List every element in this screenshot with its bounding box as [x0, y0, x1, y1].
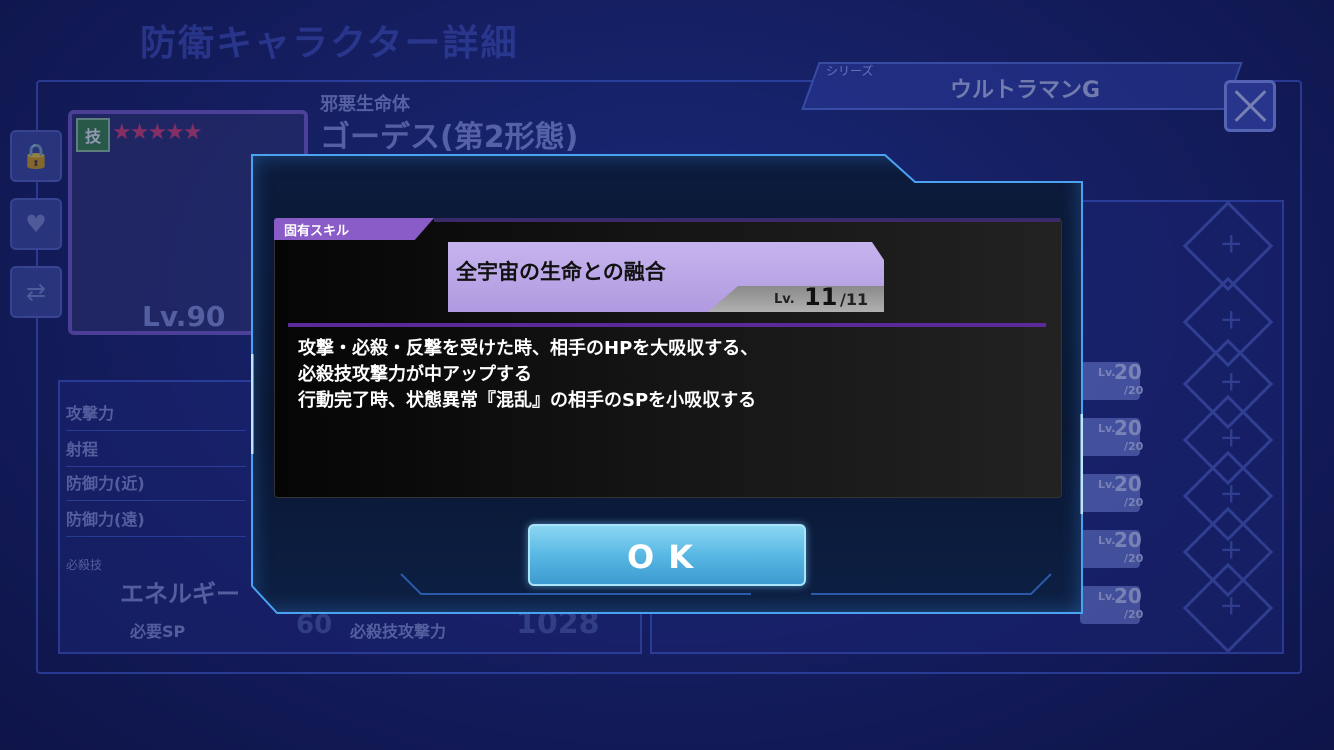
- sp-label: 必要SP: [130, 622, 186, 641]
- skill-level-prefix: Lv.: [774, 292, 795, 307]
- special-name: エネルギー: [120, 580, 240, 608]
- skill-type-icon: 技: [76, 118, 110, 152]
- description-divider: [288, 323, 1046, 327]
- character-level: Lv.90: [142, 300, 226, 333]
- skill-level-value: 11: [804, 283, 838, 311]
- skill-tag-label: 固有スキル: [284, 224, 350, 239]
- skill-lv-prefix: Lv.: [1098, 534, 1116, 547]
- skill-lv-num: 20: [1114, 584, 1142, 608]
- lock-icon[interactable]: 🔒: [10, 130, 62, 182]
- description-line: 行動完了時、状態異常『混乱』の相手のSPを小吸収する: [298, 390, 757, 411]
- skill-lv-num: 20: [1114, 472, 1142, 496]
- page-title: 防衛キャラクター詳細: [140, 23, 519, 64]
- stat-defense-near: 防御力(近): [66, 470, 246, 501]
- skill-lv-max: /20: [1124, 496, 1144, 509]
- skill-name: 全宇宙の生命との融合: [456, 260, 666, 284]
- skill-level-row: Lv. 20 /20: [1080, 528, 1144, 568]
- skill-lv-num: 20: [1114, 416, 1142, 440]
- skill-lv-prefix: Lv.: [1098, 478, 1116, 491]
- series-value: ウルトラマンG: [950, 78, 1101, 103]
- sp-value: 60: [296, 610, 333, 640]
- skill-lv-max: /20: [1124, 440, 1144, 453]
- series-label: シリーズ: [826, 64, 874, 78]
- skill-lv-prefix: Lv.: [1098, 590, 1116, 603]
- skill-lv-max: /20: [1124, 552, 1144, 565]
- description-line: 必殺技攻撃力が中アップする: [298, 364, 532, 385]
- skill-lv-max: /20: [1124, 608, 1144, 621]
- stat-defense-far: 防御力(遠): [66, 506, 246, 537]
- skill-description: 攻撃・必殺・反撃を受けた時、相手のHPを大吸収する、 必殺技攻撃力が中アップする…: [298, 336, 1038, 414]
- skill-level-row: Lv. 20 /20: [1080, 416, 1144, 456]
- ok-button-label: OK: [627, 538, 707, 576]
- character-name: ゴーデス(第2形態): [320, 120, 579, 155]
- close-icon[interactable]: [1224, 80, 1276, 132]
- skill-level-row: Lv. 20 /20: [1080, 584, 1144, 624]
- skill-lv-prefix: Lv.: [1098, 366, 1116, 379]
- tag-divider: [434, 218, 1060, 222]
- stat-attack: 攻撃力: [66, 400, 246, 431]
- skill-lv-prefix: Lv.: [1098, 422, 1116, 435]
- rarity-stars: ★★★★★: [112, 120, 203, 145]
- heart-icon[interactable]: ♥: [10, 198, 62, 250]
- skill-lv-max: /20: [1124, 384, 1144, 397]
- swap-icon[interactable]: ⇄: [10, 266, 62, 318]
- special-label: 必殺技: [66, 558, 103, 572]
- special-attack-label: 必殺技攻撃力: [350, 622, 447, 641]
- stat-range: 射程: [66, 436, 246, 467]
- ok-button[interactable]: OK: [528, 524, 806, 586]
- skill-lv-num: 20: [1114, 528, 1142, 552]
- skill-level-max: /11: [840, 290, 869, 309]
- description-line: 攻撃・必殺・反撃を受けた時、相手のHPを大吸収する、: [298, 338, 759, 359]
- skill-level-row: Lv. 20 /20: [1080, 472, 1144, 512]
- skill-lv-num: 20: [1114, 360, 1142, 384]
- skill-level-row: Lv. 20 /20: [1080, 360, 1144, 400]
